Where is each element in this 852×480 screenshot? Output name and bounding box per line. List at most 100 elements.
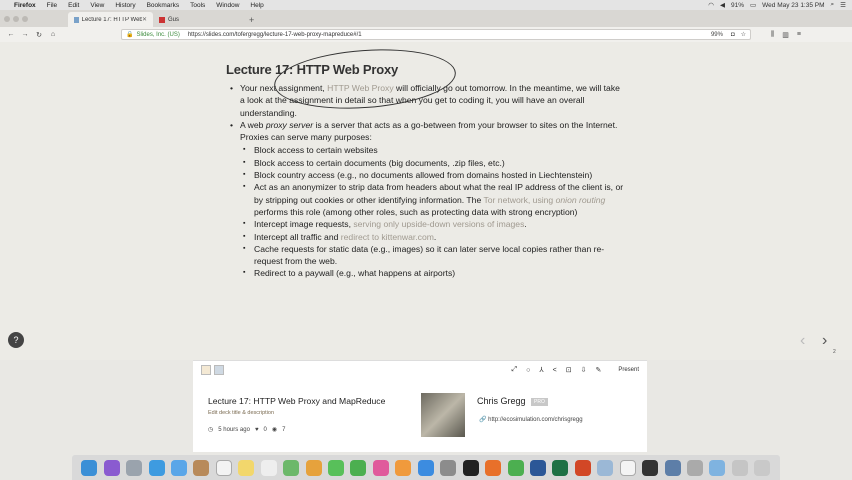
terminal-icon[interactable] [462, 459, 479, 476]
back-arrow-icon[interactable]: ← [5, 31, 17, 38]
textedit-icon[interactable] [619, 459, 636, 476]
download-icon[interactable]: ⇩ [581, 366, 587, 374]
menu-edit[interactable]: Edit [68, 2, 79, 9]
present-button[interactable]: Present [618, 367, 639, 373]
preview-icon[interactable] [597, 459, 614, 476]
itunes-icon[interactable] [372, 459, 389, 476]
kittenwar-link[interactable]: redirect to kittenwar.com [341, 232, 434, 242]
close-tab-icon[interactable]: ✕ [142, 16, 147, 23]
screenshot-icon[interactable] [687, 459, 704, 476]
previous-slide-arrow-icon[interactable]: ‹ [800, 332, 805, 350]
finder-icon[interactable] [81, 459, 98, 476]
site-identity[interactable]: Slides, Inc. (US) [136, 32, 179, 38]
powerpoint-icon[interactable] [574, 459, 591, 476]
notes-icon[interactable] [238, 459, 255, 476]
pocket-icon[interactable]: ◘ [731, 32, 735, 38]
facetime-icon[interactable] [350, 459, 367, 476]
battery-icon[interactable]: ▭ [750, 1, 756, 9]
heart-icon[interactable]: ♥ [255, 427, 259, 433]
zoom-level[interactable]: 99% [711, 32, 723, 38]
fork-icon[interactable]: ⅄ [539, 366, 543, 374]
maps-icon[interactable] [283, 459, 300, 476]
menubar-datetime[interactable]: Wed May 23 1:35 PM [762, 2, 824, 9]
upside-down-images-link[interactable]: serving only upside-down versions of ima… [353, 219, 524, 229]
bullet-text: Intercept image requests, [254, 219, 354, 230]
menu-firefox[interactable]: Firefox [14, 2, 36, 9]
bullet-text: , using [527, 194, 556, 205]
comment-icon[interactable]: ○ [526, 367, 530, 374]
fullscreen-icon[interactable]: ⤢ [511, 366, 517, 374]
launchpad-icon[interactable] [126, 459, 143, 476]
tab-lecture-17[interactable]: Lecture 17: HTTP Web Proxy ✕ [68, 12, 153, 27]
menu-bookmarks[interactable]: Bookmarks [147, 2, 180, 9]
menu-tools[interactable]: Tools [190, 2, 205, 9]
sub-bullet-item: Block access to certain websites [240, 144, 626, 157]
spotlight-icon[interactable]: ⌕ [831, 1, 835, 9]
firefox-icon[interactable] [485, 459, 502, 476]
next-slide-arrow-icon[interactable]: › [822, 332, 827, 350]
bookmark-star-icon[interactable]: ☆ [741, 31, 746, 38]
help-icon[interactable]: ? [8, 332, 24, 348]
close-window-button[interactable] [4, 15, 10, 22]
pencil-icon[interactable]: ✎ [595, 366, 601, 374]
photos-icon[interactable] [305, 459, 322, 476]
deck-edit-icon[interactable] [214, 365, 224, 375]
new-tab-button[interactable]: + [243, 12, 260, 27]
menu-window[interactable]: Window [216, 2, 239, 9]
menu-history[interactable]: History [115, 2, 135, 9]
messages-icon[interactable] [328, 459, 345, 476]
zoom-window-button[interactable] [22, 15, 28, 22]
home-icon[interactable]: ⌂ [47, 31, 59, 38]
pro-badge: PRO [531, 397, 548, 406]
author-name[interactable]: Chris Gregg [477, 396, 526, 406]
menu-file[interactable]: File [47, 2, 57, 9]
tor-network-link[interactable]: Tor network [483, 195, 527, 205]
author-avatar[interactable] [421, 393, 465, 437]
share-icon[interactable]: < [553, 367, 557, 374]
battery-percent[interactable]: 91% [731, 2, 744, 9]
calendar-icon[interactable] [215, 459, 232, 476]
quicktime-icon[interactable] [664, 459, 681, 476]
downloads-folder-icon[interactable] [709, 459, 726, 476]
hamburger-menu-icon[interactable]: ≡ [797, 31, 801, 39]
excel-icon[interactable] [552, 459, 569, 476]
sub-bullet-item: Cache requests for static data (e.g., im… [240, 243, 626, 268]
system-preferences-icon[interactable] [440, 459, 457, 476]
siri-icon[interactable] [103, 459, 120, 476]
author-block: Chris Gregg PRO [477, 396, 548, 406]
sub-bullet-item: Act as an anonymizer to strip data from … [240, 181, 626, 218]
slide-number: 2 [833, 349, 836, 355]
forward-arrow-icon[interactable]: → [19, 31, 31, 38]
reload-icon[interactable]: ↻ [33, 31, 45, 39]
url-bar[interactable]: 🔒 Slides, Inc. (US) https://slides.com/t… [121, 29, 751, 40]
mail-icon[interactable] [170, 459, 187, 476]
activity-monitor-icon[interactable] [642, 459, 659, 476]
trash-icon[interactable] [754, 459, 771, 476]
edit-deck-title-link[interactable]: Edit deck title & description [208, 410, 274, 416]
lock-icon[interactable]: ⊡ [566, 366, 572, 374]
chrome-icon[interactable] [507, 459, 524, 476]
views-count: 7 [282, 426, 286, 433]
ibooks-icon[interactable] [395, 459, 412, 476]
menu-view[interactable]: View [90, 2, 104, 9]
documents-folder-icon[interactable] [731, 459, 748, 476]
menu-help[interactable]: Help [250, 2, 263, 9]
notification-center-icon[interactable]: ☰ [840, 1, 846, 9]
deck-thumbnail-icon[interactable] [201, 365, 211, 375]
app-store-icon[interactable] [417, 459, 434, 476]
word-icon[interactable] [529, 459, 546, 476]
volume-icon[interactable]: ◀ [720, 1, 725, 9]
tab-gus[interactable]: Gus [153, 12, 243, 27]
url-text[interactable]: https://slides.com/tofergregg/lecture-17… [188, 32, 362, 38]
lock-icon[interactable]: 🔒 [126, 31, 133, 38]
library-icon[interactable]: ⫼ [771, 31, 774, 39]
contacts-icon[interactable] [193, 459, 210, 476]
onion-routing-link[interactable]: onion routing [556, 195, 606, 205]
minimize-window-button[interactable] [13, 15, 19, 22]
sidebar-icon[interactable]: ▥ [782, 31, 789, 39]
safari-icon[interactable] [148, 459, 165, 476]
reminders-icon[interactable] [260, 459, 277, 476]
author-url[interactable]: http://ecosimulation.com/chrisgregg [488, 417, 582, 423]
author-url-block: 🔗 http://ecosimulation.com/chrisgregg [479, 416, 583, 423]
wifi-icon[interactable]: ◠ [708, 1, 714, 9]
